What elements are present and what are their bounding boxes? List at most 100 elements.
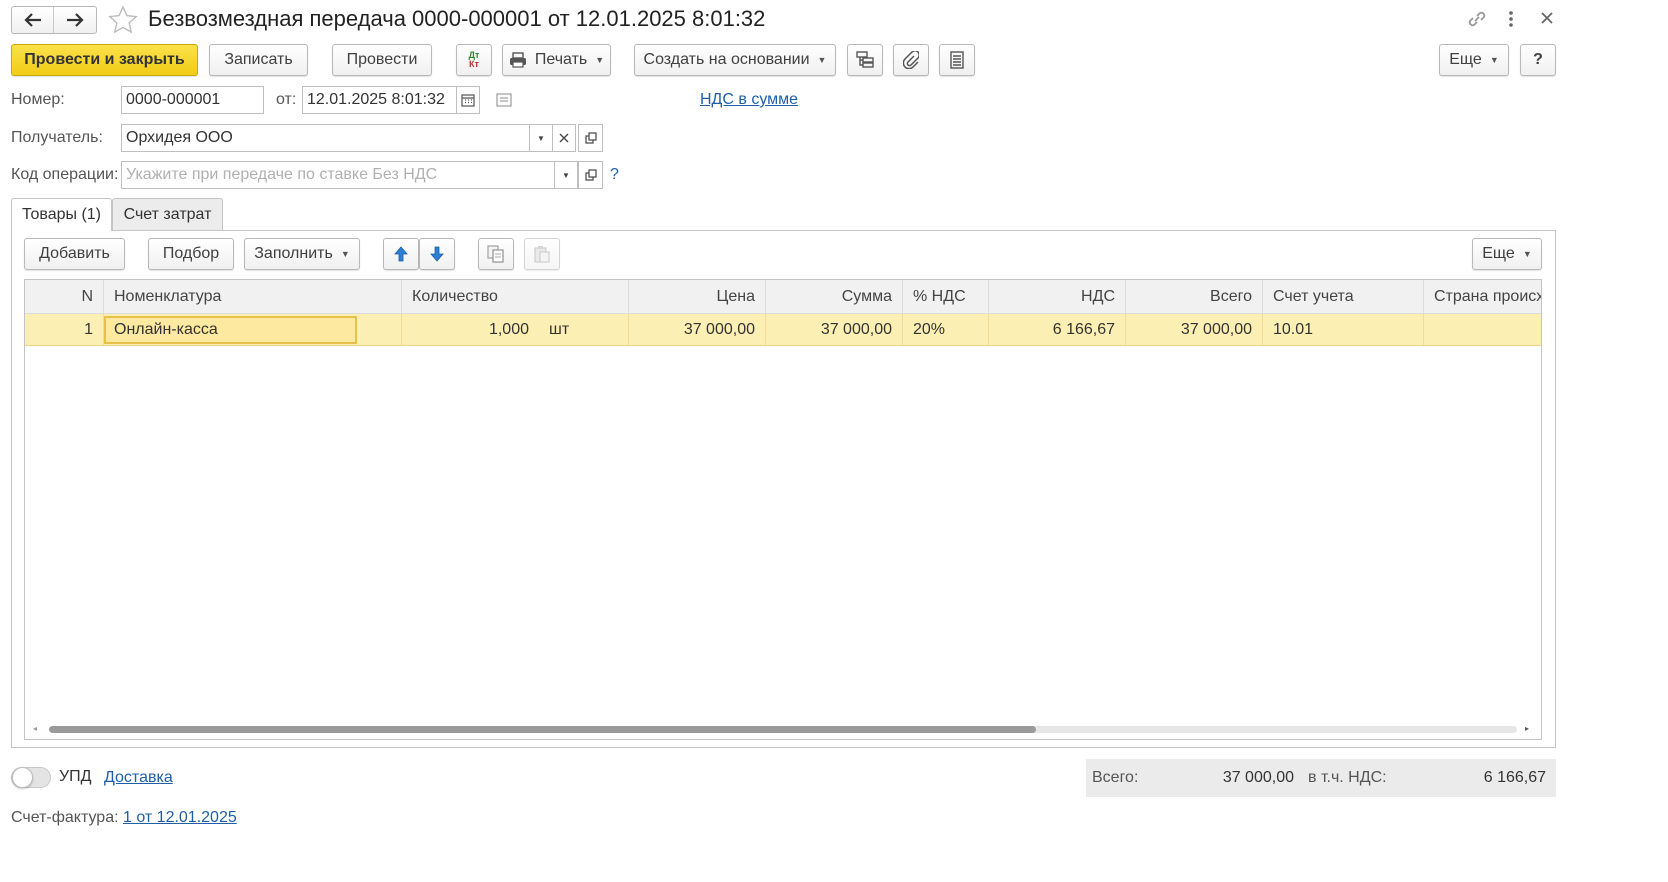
printer-icon xyxy=(509,52,526,68)
column-header[interactable]: Сумма xyxy=(766,280,903,313)
total-value: 37 000,00 xyxy=(1222,769,1294,786)
date-field[interactable]: 12.01.2025 8:01:32 xyxy=(302,86,457,114)
clear-icon xyxy=(559,133,569,143)
dt-kt-button[interactable]: Дт Кт xyxy=(456,44,492,76)
column-header[interactable]: Цена xyxy=(629,280,766,313)
operation-code-field[interactable]: Укажите при передаче по ставке Без НДС xyxy=(121,161,555,189)
operation-code-help-icon[interactable]: ? xyxy=(610,166,619,184)
favorite-star-icon[interactable] xyxy=(108,5,138,39)
post-button[interactable]: Провести xyxy=(332,44,432,76)
table-row[interactable]: 1 Онлайн-касса 1,000 шт 37 000,00 37 000… xyxy=(25,314,1541,346)
row-country[interactable] xyxy=(1424,314,1541,345)
arrow-down-icon xyxy=(430,246,444,262)
recipient-dropdown-button[interactable]: ▼ xyxy=(529,124,553,152)
row-unit: шт xyxy=(549,320,570,338)
horizontal-scrollbar[interactable]: ◂ ▸ xyxy=(25,722,1541,736)
structure-button[interactable] xyxy=(847,44,883,76)
column-header[interactable]: Номенклатура xyxy=(104,280,402,313)
scroll-right-icon[interactable]: ▸ xyxy=(1525,724,1529,733)
dropdown-arrow-icon: ▼ xyxy=(562,170,570,180)
totals-panel: Всего: 37 000,00 в т.ч. НДС: 6 166,67 xyxy=(1086,759,1556,797)
column-header[interactable]: N xyxy=(25,280,104,313)
report-button[interactable] xyxy=(939,44,975,76)
row-number: 1 xyxy=(25,314,104,345)
upd-toggle[interactable] xyxy=(11,767,51,788)
dt-kt-icon: Дт Кт xyxy=(468,50,480,69)
invoice-label: Счет-фактура: xyxy=(11,809,119,826)
pick-button[interactable]: Подбор xyxy=(148,238,234,270)
vat-total-value: 6 166,67 xyxy=(1483,769,1546,786)
copy-button[interactable] xyxy=(478,238,514,270)
column-header[interactable]: Количество xyxy=(402,280,629,313)
operation-code-placeholder: Укажите при передаче по ставке Без НДС xyxy=(126,166,438,183)
create-based-on-button[interactable]: Создать на основании ▼ xyxy=(634,44,836,76)
recipient-field[interactable]: Орхидея ООО xyxy=(121,124,530,152)
window-title: Безвозмездная передача 0000-000001 от 12… xyxy=(148,6,766,31)
fill-label: Заполнить xyxy=(254,245,333,262)
tab-cost-account[interactable]: Счет затрат xyxy=(112,198,223,230)
more-vertical-icon[interactable] xyxy=(1505,10,1517,32)
calendar-icon xyxy=(461,94,475,107)
comment-icon[interactable] xyxy=(496,93,512,111)
goods-table xyxy=(24,279,1542,740)
fill-button[interactable]: Заполнить ▼ xyxy=(244,238,360,270)
row-item-cell[interactable]: Онлайн-касса xyxy=(104,314,402,345)
invoice-link[interactable]: 1 от 12.01.2025 xyxy=(123,809,237,827)
move-down-button[interactable] xyxy=(419,238,455,270)
vat-total-label: в т.ч. НДС: xyxy=(1308,769,1387,786)
move-up-button[interactable] xyxy=(383,238,419,270)
dropdown-arrow-icon: ▼ xyxy=(817,55,827,65)
row-account[interactable]: 10.01 xyxy=(1263,314,1424,345)
dropdown-arrow-icon: ▼ xyxy=(595,55,605,65)
open-window-icon xyxy=(584,132,597,144)
row-total[interactable]: 37 000,00 xyxy=(1126,314,1263,345)
column-header[interactable]: % НДС xyxy=(903,280,989,313)
operation-code-dropdown-button[interactable]: ▼ xyxy=(554,161,578,189)
forward-arrow-icon[interactable] xyxy=(54,7,96,33)
column-header[interactable]: Страна происхождения xyxy=(1424,280,1541,313)
arrow-up-icon xyxy=(394,246,408,262)
post-and-close-button[interactable]: Провести и закрыть xyxy=(11,44,198,76)
row-sum[interactable]: 37 000,00 xyxy=(766,314,903,345)
column-header[interactable]: Счет учета xyxy=(1263,280,1424,313)
attach-button[interactable] xyxy=(893,44,929,76)
scrollbar-thumb[interactable] xyxy=(49,726,1036,733)
dropdown-arrow-icon: ▼ xyxy=(340,249,350,259)
recipient-open-button[interactable] xyxy=(578,124,603,152)
print-button[interactable]: Печать ▼ xyxy=(502,44,611,76)
recipient-clear-button[interactable] xyxy=(552,124,576,152)
column-header[interactable]: Всего xyxy=(1126,280,1263,313)
help-button[interactable]: ? xyxy=(1520,44,1556,76)
tab-goods[interactable]: Товары (1) xyxy=(11,198,112,231)
back-arrow-icon[interactable] xyxy=(12,7,55,33)
table-more-label: Еще xyxy=(1482,245,1515,262)
operation-code-open-button[interactable] xyxy=(578,161,603,189)
more-button[interactable]: Еще ▼ xyxy=(1439,44,1509,76)
calendar-button[interactable] xyxy=(456,86,480,114)
toggle-knob xyxy=(12,767,33,788)
close-icon[interactable] xyxy=(1540,11,1554,29)
recipient-label: Получатель: xyxy=(11,129,103,146)
row-quantity-cell[interactable]: 1,000 шт xyxy=(402,314,629,345)
row-vat-rate[interactable]: 20% xyxy=(903,314,989,345)
scroll-left-icon[interactable]: ◂ xyxy=(33,724,37,733)
dropdown-arrow-icon: ▼ xyxy=(1489,55,1499,65)
paste-icon xyxy=(534,246,550,263)
link-icon[interactable] xyxy=(1466,9,1488,33)
open-window-icon xyxy=(584,169,597,181)
row-price[interactable]: 37 000,00 xyxy=(629,314,766,345)
upd-label: УПД xyxy=(59,768,92,785)
number-label: Номер: xyxy=(11,91,65,108)
column-header[interactable]: НДС xyxy=(989,280,1126,313)
save-button[interactable]: Записать xyxy=(209,44,308,76)
table-more-button[interactable]: Еще ▼ xyxy=(1472,238,1542,270)
copy-icon xyxy=(487,245,504,263)
row-vat[interactable]: 6 166,67 xyxy=(989,314,1126,345)
paste-button[interactable] xyxy=(524,238,560,270)
delivery-link[interactable]: Доставка xyxy=(104,769,173,787)
add-button[interactable]: Добавить xyxy=(24,238,125,270)
number-field[interactable]: 0000-000001 xyxy=(121,86,264,114)
vat-in-sum-link[interactable]: НДС в сумме xyxy=(700,91,798,109)
row-item[interactable]: Онлайн-касса xyxy=(104,316,357,344)
nav-buttons xyxy=(11,6,97,34)
